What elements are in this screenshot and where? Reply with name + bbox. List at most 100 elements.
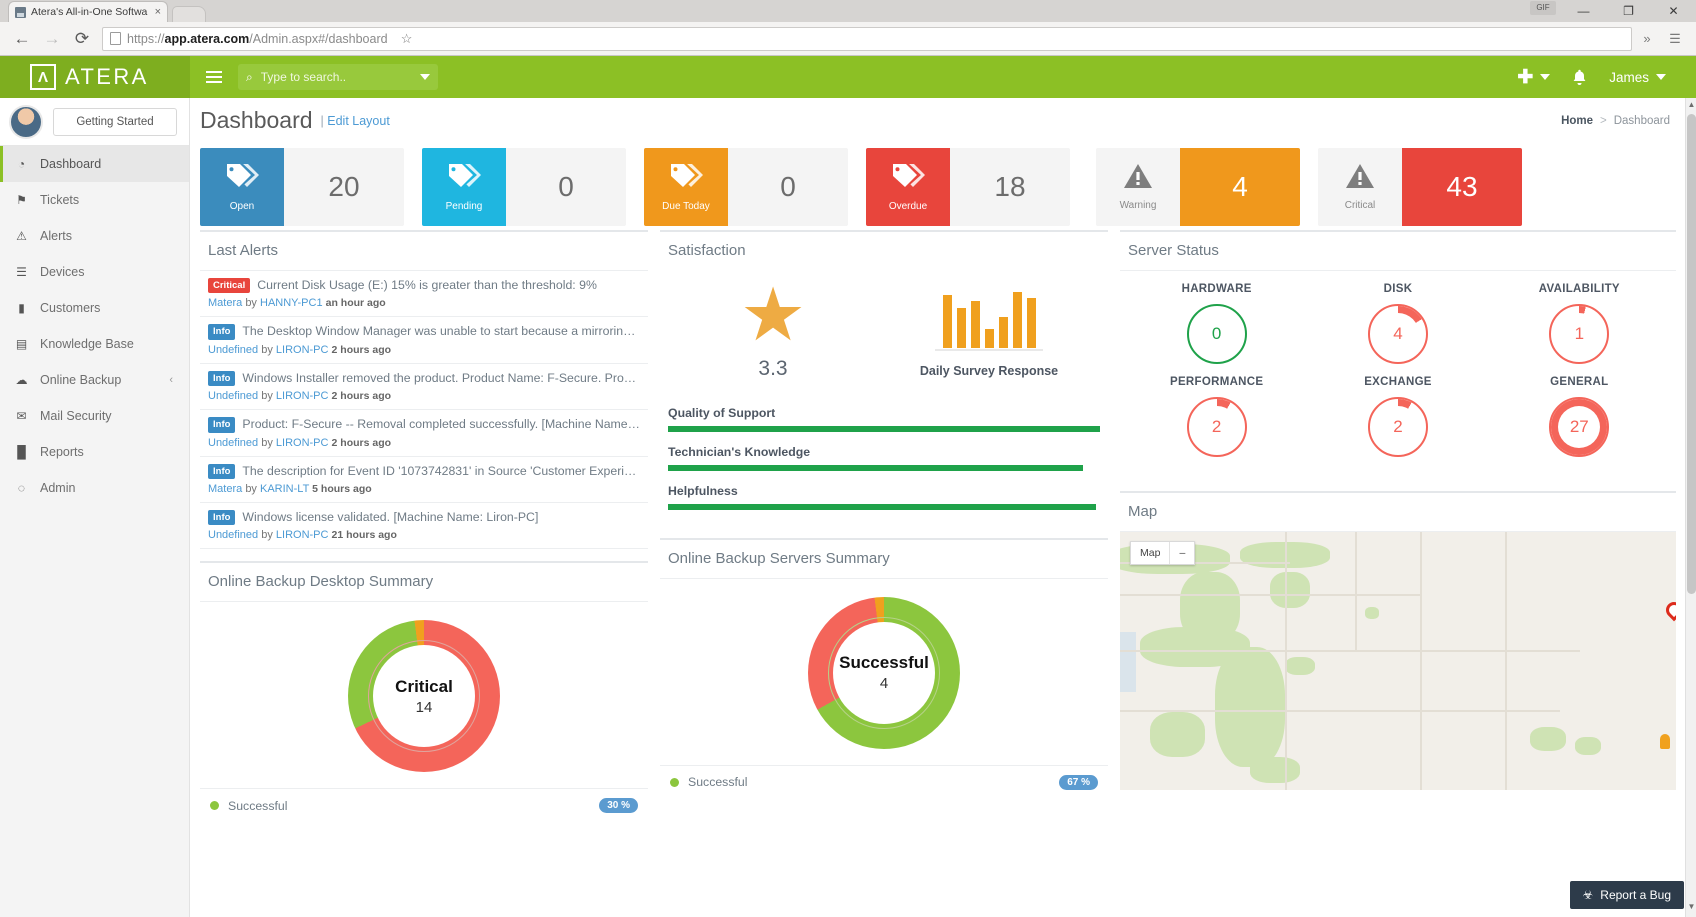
kpi-card-overdue[interactable]: Overdue18	[866, 148, 1070, 226]
page-info-icon[interactable]	[110, 32, 121, 45]
sidebar-item-mail-security[interactable]: ✉Mail Security	[0, 398, 189, 434]
alert-device-link[interactable]: LIRON-PC	[276, 390, 329, 402]
metric-label: Quality of Support	[668, 406, 1100, 420]
alert-device-link[interactable]: HANNY-PC1	[260, 297, 323, 309]
map-canvas[interactable]: Map –	[1120, 532, 1676, 790]
sidebar-item-admin[interactable]: ◌Admin	[0, 470, 189, 506]
star-icon: ★	[740, 284, 806, 347]
alert-device-link[interactable]: LIRON-PC	[276, 437, 329, 449]
server-status-cell-exchange[interactable]: EXCHANGE2	[1364, 376, 1432, 457]
alert-timestamp: 5 hours ago	[312, 483, 372, 495]
alert-row[interactable]: InfoThe Desktop Window Manager was unabl…	[200, 317, 648, 363]
alert-customer-link[interactable]: Undefined	[208, 344, 258, 356]
street-view-pegman-icon[interactable]	[1660, 734, 1670, 749]
alert-row[interactable]: InfoWindows license validated. [Machine …	[200, 503, 648, 549]
scroll-up-icon[interactable]: ▲	[1686, 100, 1696, 113]
online-backup-icon: ☁	[14, 373, 29, 387]
sidebar-item-customers[interactable]: ▮Customers	[0, 290, 189, 326]
kpi-card-pending[interactable]: Pending0	[422, 148, 626, 226]
alert-message: The Desktop Window Manager was unable to…	[242, 324, 640, 338]
user-menu[interactable]: James	[1609, 70, 1666, 85]
sidebar-item-alerts[interactable]: ⚠Alerts	[0, 218, 189, 254]
forward-icon[interactable]: →	[38, 25, 66, 53]
sidebar-item-knowledge-base[interactable]: ▤Knowledge Base	[0, 326, 189, 362]
alert-headline: InfoProduct: F-Secure -- Removal complet…	[208, 417, 640, 432]
page-scrollbar[interactable]: ▲ ▼	[1685, 98, 1696, 917]
add-new-button[interactable]: ✚	[1517, 66, 1550, 89]
chevron-down-icon[interactable]	[420, 74, 430, 80]
gauge-value: 2	[1212, 417, 1221, 437]
sidebar-item-dashboard[interactable]: ◔Dashboard	[0, 146, 189, 182]
search-input[interactable]: ⌕ Type to search..	[238, 64, 438, 90]
sidebar: Getting Started ◔Dashboard⚑Tickets⚠Alert…	[0, 98, 190, 917]
server-status-cell-disk[interactable]: DISK4	[1368, 283, 1428, 364]
metric-track	[668, 426, 1100, 432]
map-type-map-button[interactable]: Map	[1131, 542, 1169, 564]
dashboard-column-right: Server Status HARDWARE0DISK4AVAILABILITY…	[1120, 230, 1676, 822]
edit-layout-link[interactable]: Edit Layout	[327, 114, 390, 128]
sidebar-item-reports[interactable]: █Reports	[0, 434, 189, 470]
survey-chart-baseline	[935, 349, 1043, 351]
extensions-icon[interactable]: »	[1634, 31, 1660, 46]
main-content: Dashboard | Edit Layout Home > Dashboard…	[190, 98, 1686, 917]
bell-icon[interactable]	[1572, 69, 1587, 86]
server-status-cell-availability[interactable]: AVAILABILITY1	[1539, 283, 1620, 364]
warning-icon	[1345, 162, 1375, 195]
map-type-satellite-button[interactable]: –	[1169, 542, 1194, 564]
menu-toggle-icon[interactable]	[196, 71, 232, 83]
breadcrumb-home[interactable]: Home	[1561, 115, 1593, 127]
bookmark-star-icon[interactable]: ☆	[394, 31, 420, 47]
alert-row[interactable]: InfoWindows Installer removed the produc…	[200, 364, 648, 410]
server-status-cell-general[interactable]: GENERAL27	[1549, 376, 1609, 457]
alert-device-link[interactable]: LIRON-PC	[276, 344, 329, 356]
kpi-card-critical[interactable]: Critical43	[1318, 148, 1522, 226]
new-tab-button[interactable]	[172, 6, 206, 22]
alert-device-link[interactable]: LIRON-PC	[276, 529, 329, 541]
window-maximize-icon[interactable]: ❐	[1606, 0, 1651, 22]
tab-close-icon[interactable]: ×	[155, 6, 161, 18]
scrollbar-thumb[interactable]	[1687, 114, 1696, 594]
alert-row[interactable]: InfoThe description for Event ID '107374…	[200, 457, 648, 503]
sidebar-item-online-backup[interactable]: ☁Online Backup‹	[0, 362, 189, 398]
kpi-card-warning[interactable]: Warning4	[1096, 148, 1300, 226]
server-status-cell-performance[interactable]: PERFORMANCE2	[1170, 376, 1263, 457]
sidebar-item-devices[interactable]: ☰Devices	[0, 254, 189, 290]
avatar[interactable]	[9, 105, 43, 139]
alert-customer-link[interactable]: Matera	[208, 297, 242, 309]
getting-started-button[interactable]: Getting Started	[53, 108, 177, 136]
address-bar[interactable]: https://app.atera.com/Admin.aspx#/dashbo…	[102, 27, 1632, 51]
map-vegetation	[1285, 657, 1315, 675]
legend-percent: 30 %	[599, 798, 638, 813]
window-minimize-icon[interactable]: —	[1561, 0, 1606, 22]
alert-row[interactable]: InfoProduct: F-Secure -- Removal complet…	[200, 410, 648, 456]
kpi-card-due-today[interactable]: Due Today0	[644, 148, 848, 226]
back-icon[interactable]: ←	[8, 25, 36, 53]
sidebar-item-tickets[interactable]: ⚑Tickets	[0, 182, 189, 218]
donut-center-text: Successful 4	[839, 653, 929, 692]
browser-menu-icon[interactable]: ☰	[1662, 31, 1688, 47]
reload-icon[interactable]: ⟳	[68, 25, 96, 53]
kpi-icon-box: Open	[200, 148, 284, 226]
kpi-card-open[interactable]: Open20	[200, 148, 404, 226]
survey-chart-caption: Daily Survey Response	[920, 364, 1058, 378]
alert-customer-link[interactable]: Undefined	[208, 390, 258, 402]
satisfaction-score: 3.3	[758, 357, 787, 381]
report-a-bug-button[interactable]: ☣ Report a Bug	[1570, 881, 1684, 909]
server-status-cell-hardware[interactable]: HARDWARE0	[1182, 283, 1252, 364]
alert-device-link[interactable]: KARIN-LT	[260, 483, 309, 495]
kpi-icon-box: Pending	[422, 148, 506, 226]
browser-tab[interactable]: Atera's All-in-One Softwa ×	[8, 1, 168, 22]
brand-logo[interactable]: Λ ATERA	[0, 56, 190, 98]
alert-customer-link[interactable]: Matera	[208, 483, 242, 495]
satisfaction-metric: Quality of Support	[668, 406, 1100, 432]
legend-item[interactable]: Successful 30 %	[200, 788, 648, 822]
scroll-down-icon[interactable]: ▼	[1686, 902, 1696, 915]
legend-item[interactable]: Successful 67 %	[660, 765, 1108, 799]
alert-customer-link[interactable]: Undefined	[208, 437, 258, 449]
window-close-icon[interactable]: ✕	[1651, 0, 1696, 22]
map-pin-icon[interactable]	[1663, 599, 1676, 622]
alert-row[interactable]: CriticalCurrent Disk Usage (E:) 15% is g…	[200, 271, 648, 317]
status-badge: Info	[208, 464, 235, 479]
alert-customer-link[interactable]: Undefined	[208, 529, 258, 541]
chevron-left-icon[interactable]: ‹	[169, 374, 173, 386]
